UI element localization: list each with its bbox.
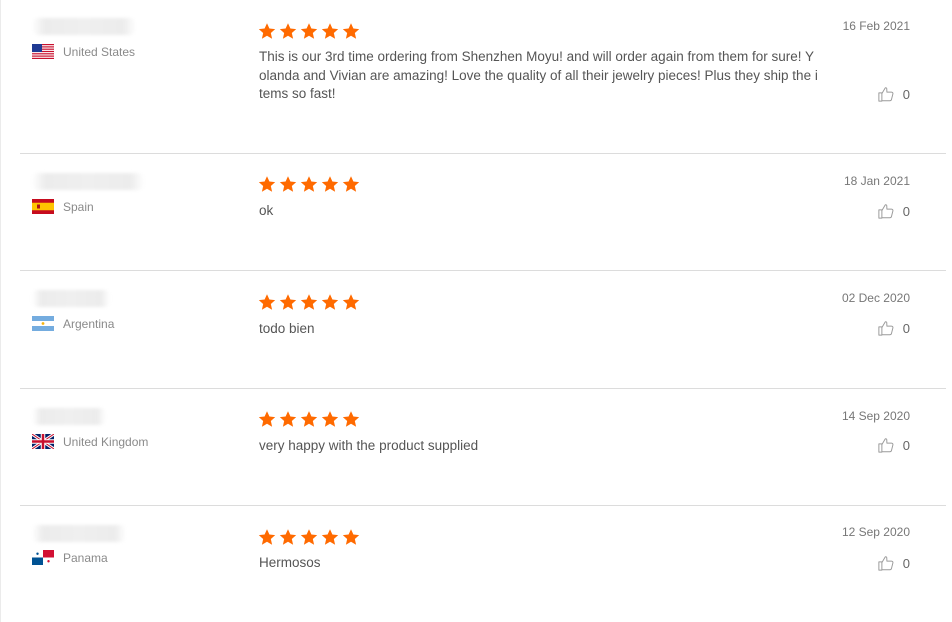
country-label: Panama: [63, 550, 108, 565]
star-icon: [279, 293, 297, 311]
star-rating: [258, 22, 360, 40]
review-text: This is our 3rd time ordering from Shenz…: [259, 49, 818, 101]
helpful-button[interactable]: 0: [877, 202, 910, 220]
helpful-count: 0: [902, 320, 910, 336]
argentina-flag-icon: [32, 316, 54, 331]
star-icon: [300, 175, 318, 193]
helpful-button[interactable]: 0: [877, 436, 910, 454]
country-label: United Kingdom: [63, 434, 149, 449]
review-item: United Kingdom very happy with the produ…: [20, 389, 946, 506]
us-flag-icon: [32, 44, 54, 59]
reviewer-name-redacted: [32, 525, 126, 542]
star-icon: [321, 22, 339, 40]
helpful-count: 0: [902, 437, 910, 453]
star-icon: [279, 175, 297, 193]
review-text: Hermosos: [259, 555, 321, 570]
star-rating: [258, 528, 360, 546]
review-item: Spain ok 18 Jan 2021 0: [20, 154, 946, 271]
reviewer-country: United States: [32, 44, 135, 59]
review-date: 12 Sep 2020: [841, 525, 910, 539]
helpful-button[interactable]: 0: [877, 319, 910, 337]
review-item: United States This is our 3rd time order…: [20, 0, 946, 154]
uk-flag-icon: [32, 434, 54, 449]
star-icon: [258, 175, 276, 193]
helpful-count: 0: [902, 203, 910, 219]
country-label: Spain: [63, 199, 94, 214]
star-icon: [321, 293, 339, 311]
helpful-button[interactable]: 0: [877, 554, 910, 572]
review-text: very happy with the product supplied: [259, 438, 479, 453]
review-text: ok: [259, 203, 274, 218]
thumbs-up-icon: [877, 554, 895, 572]
thumbs-up-icon: [877, 202, 895, 220]
country-label: United States: [63, 44, 136, 59]
review-date: 16 Feb 2021: [842, 19, 910, 33]
star-icon: [321, 528, 339, 546]
star-icon: [258, 293, 276, 311]
reviewer-country: United Kingdom: [32, 434, 148, 449]
reviewer-name-redacted: [32, 290, 110, 307]
star-icon: [321, 175, 339, 193]
reviewer-country: Argentina: [32, 316, 114, 331]
helpful-count: 0: [902, 555, 910, 571]
reviewer-country: Panama: [32, 550, 108, 565]
star-icon: [342, 175, 360, 193]
star-icon: [279, 22, 297, 40]
star-icon: [279, 528, 297, 546]
reviewer-name-redacted: [32, 408, 106, 425]
star-rating: [258, 293, 360, 311]
helpful-button[interactable]: 0: [877, 85, 910, 103]
review-text: todo bien: [259, 321, 315, 336]
review-item: Panama Hermosos 12 Sep 2020 0: [20, 506, 946, 622]
star-icon: [258, 528, 276, 546]
star-icon: [258, 410, 276, 428]
review-date: 14 Sep 2020: [841, 409, 910, 423]
star-icon: [342, 410, 360, 428]
star-icon: [300, 22, 318, 40]
star-icon: [300, 528, 318, 546]
star-icon: [258, 22, 276, 40]
star-rating: [258, 410, 360, 428]
country-label: Argentina: [63, 316, 115, 331]
review-date: 02 Dec 2020: [841, 291, 910, 305]
panama-flag-icon: [32, 550, 54, 565]
thumbs-up-icon: [877, 85, 895, 103]
star-icon: [300, 293, 318, 311]
helpful-count: 0: [902, 86, 910, 102]
star-icon: [342, 528, 360, 546]
star-icon: [279, 410, 297, 428]
reviewer-country: Spain: [32, 199, 94, 214]
star-icon: [342, 293, 360, 311]
star-icon: [342, 22, 360, 40]
reviews-list: United States This is our 3rd time order…: [0, 0, 952, 622]
review-date: 18 Jan 2021: [843, 174, 910, 188]
thumbs-up-icon: [877, 436, 895, 454]
reviewer-name-redacted: [32, 18, 136, 35]
reviewer-name-redacted: [32, 173, 144, 190]
star-icon: [300, 410, 318, 428]
star-icon: [321, 410, 339, 428]
review-item: Argentina todo bien 02 Dec 2020 0: [20, 271, 946, 389]
thumbs-up-icon: [877, 319, 895, 337]
star-rating: [258, 175, 360, 193]
spain-flag-icon: [32, 199, 54, 214]
